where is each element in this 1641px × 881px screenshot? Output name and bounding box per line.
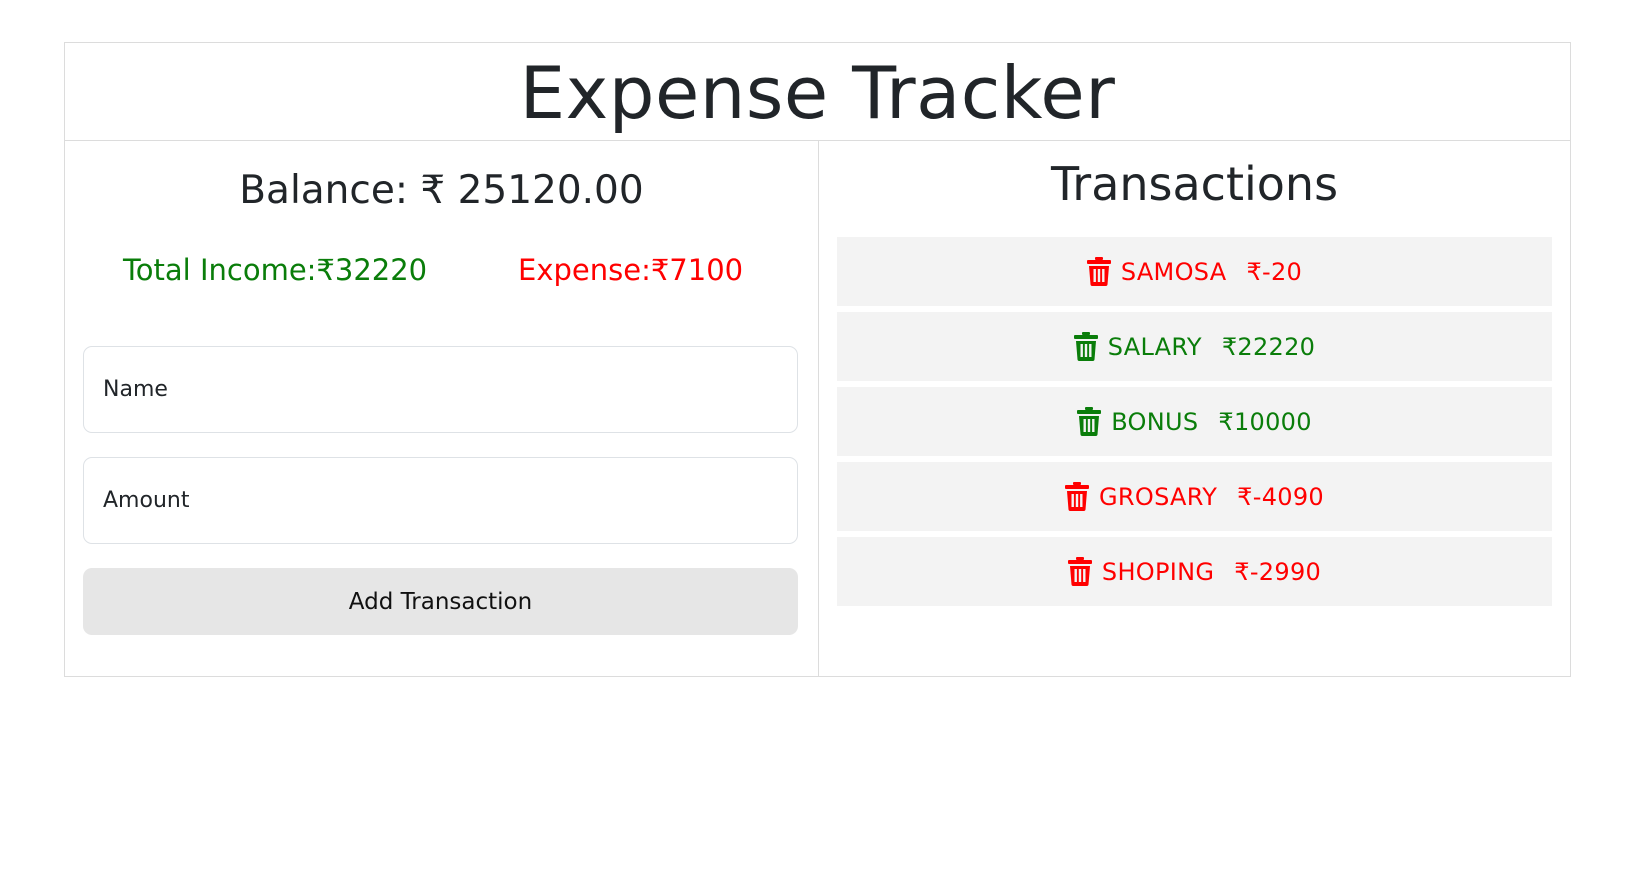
- app-header: Expense Tracker: [65, 43, 1570, 141]
- trash-icon[interactable]: [1065, 482, 1089, 511]
- transaction-amount: ₹-2990: [1234, 557, 1322, 586]
- trash-icon[interactable]: [1077, 407, 1102, 436]
- main-columns: Balance: ₹ 25120.00 Total Income:₹32220 …: [65, 141, 1570, 676]
- transaction-name: SALARY: [1107, 332, 1202, 361]
- expense-tracker-app: Expense Tracker Balance: ₹ 25120.00 Tota…: [64, 42, 1571, 677]
- name-input[interactable]: [83, 346, 798, 433]
- amount-input[interactable]: [83, 457, 798, 544]
- transactions-heading: Transactions: [1050, 157, 1339, 211]
- transaction-name: SAMOSA: [1120, 257, 1227, 286]
- transaction-item: SAMOSA ₹-20: [837, 237, 1552, 306]
- total-income: Total Income:₹32220: [123, 253, 428, 287]
- transaction-name: SHOPING: [1101, 557, 1215, 586]
- transaction-amount: ₹10000: [1218, 407, 1312, 436]
- add-transaction-button[interactable]: Add Transaction: [83, 568, 798, 635]
- transaction-name: BONUS: [1111, 407, 1199, 436]
- transactions-panel: Transactions SAMOSA ₹-20 SALARY ₹22220 B…: [819, 141, 1570, 676]
- transaction-amount: ₹-4090: [1237, 482, 1324, 511]
- trash-icon[interactable]: [1086, 257, 1111, 286]
- transaction-item: SALARY ₹22220: [837, 312, 1552, 381]
- transaction-amount: ₹-20: [1246, 257, 1303, 286]
- transactions-list: SAMOSA ₹-20 SALARY ₹22220 BONUS ₹10000 G…: [837, 237, 1552, 606]
- balance-display: Balance: ₹ 25120.00: [239, 168, 644, 213]
- total-expense: Expense:₹7100: [518, 253, 744, 287]
- totals-row: Total Income:₹32220 Expense:₹7100: [83, 250, 800, 290]
- trash-icon[interactable]: [1073, 332, 1098, 361]
- transaction-item: SHOPING ₹-2990: [837, 537, 1552, 606]
- page-title: Expense Tracker: [519, 50, 1116, 135]
- transaction-name: GROSARY: [1099, 482, 1218, 511]
- transaction-item: BONUS ₹10000: [837, 387, 1552, 456]
- transaction-item: GROSARY ₹-4090: [837, 462, 1552, 531]
- summary-panel: Balance: ₹ 25120.00 Total Income:₹32220 …: [65, 141, 819, 676]
- trash-icon[interactable]: [1067, 557, 1092, 586]
- transaction-amount: ₹22220: [1221, 332, 1316, 361]
